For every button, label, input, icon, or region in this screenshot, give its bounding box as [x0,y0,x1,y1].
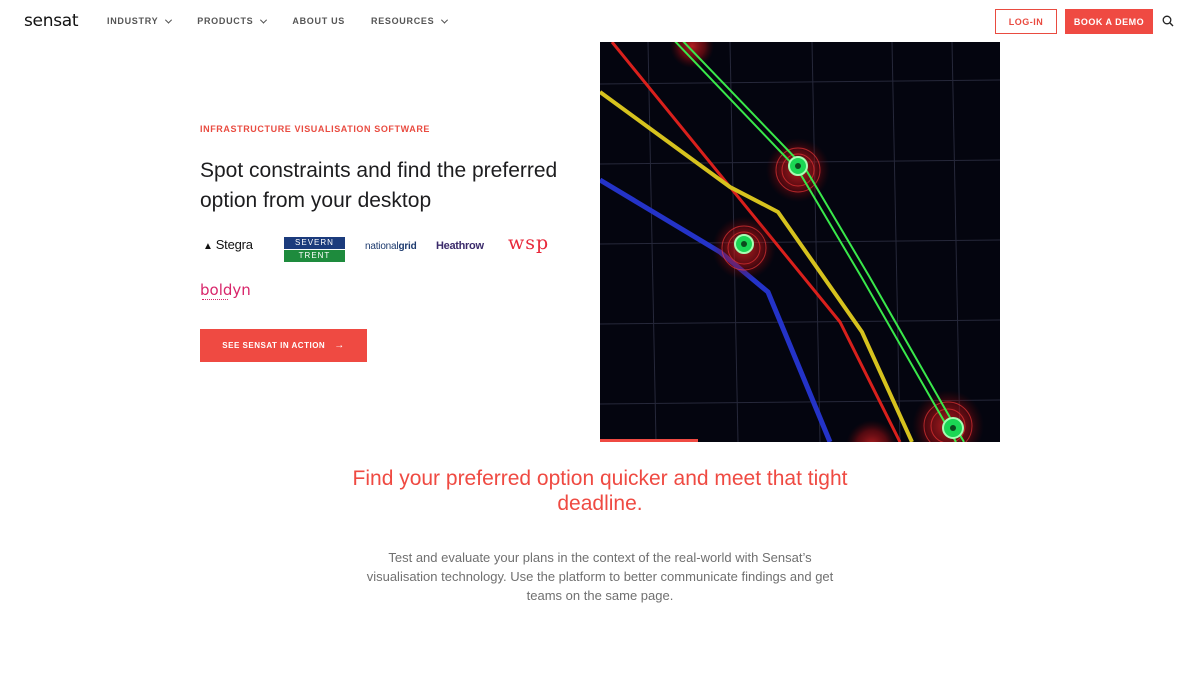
menu-item-label: PRODUCTS [197,16,254,26]
book-demo-button[interactable]: BOOK A DEMO [1065,9,1153,34]
menu-item-label: ABOUT US [292,16,345,26]
boldyn-underline [202,299,228,300]
stegra-logo: ▲ Stegra [203,237,253,252]
main-menu: INDUSTRY PRODUCTS ABOUT US RESOURCES [107,0,473,42]
national-text: national [365,241,399,252]
severn-trent-logo: SEVERN TRENT [284,237,345,262]
stegra-name: Stegra [215,237,253,252]
hero-headline: Spot constraints and find the preferred … [200,159,558,212]
heathrow-logo: Heathrow [436,240,484,252]
stegra-mark-icon: ▲ [203,241,213,252]
menu-item-about-us[interactable]: ABOUT US [292,16,345,26]
trent-text: TRENT [284,250,345,262]
search-icon[interactable] [1162,15,1174,27]
sensat-logo[interactable]: sensat [24,11,79,31]
boldyn-logo: boldyn [200,281,251,299]
carousel-progress-bar [600,439,698,442]
login-button[interactable]: LOG-IN [995,9,1057,34]
menu-item-products[interactable]: PRODUCTS [197,16,268,26]
chevron-down-icon [165,16,173,24]
chevron-down-icon [441,16,449,24]
top-navigation: sensat INDUSTRY PRODUCTS ABOUT US RESOUR… [0,0,1200,42]
arrow-right-icon: → [334,340,345,351]
chevron-down-icon [260,16,268,24]
section-title: Find your preferred option quicker and m… [352,467,848,515]
menu-item-label: RESOURCES [371,16,435,26]
menu-item-label: INDUSTRY [107,16,159,26]
hero-eyebrow: INFRASTRUCTURE VISUALISATION SOFTWARE [200,124,431,134]
constraint-halo [670,42,714,68]
see-sensat-in-action-button[interactable]: SEE SENSAT IN ACTION → [200,329,367,362]
severn-text: SEVERN [284,237,345,249]
wsp-logo: wsp [508,232,550,254]
menu-item-resources[interactable]: RESOURCES [371,16,449,26]
section-body: Test and evaluate your plans in the cont… [366,550,834,603]
national-grid-logo: nationalgrid [365,241,417,252]
grid-text: grid [398,241,417,252]
route-map-svg [600,42,1000,442]
cta-label: SEE SENSAT IN ACTION [222,341,326,350]
route-visualisation [600,42,1000,442]
menu-item-industry[interactable]: INDUSTRY [107,16,173,26]
